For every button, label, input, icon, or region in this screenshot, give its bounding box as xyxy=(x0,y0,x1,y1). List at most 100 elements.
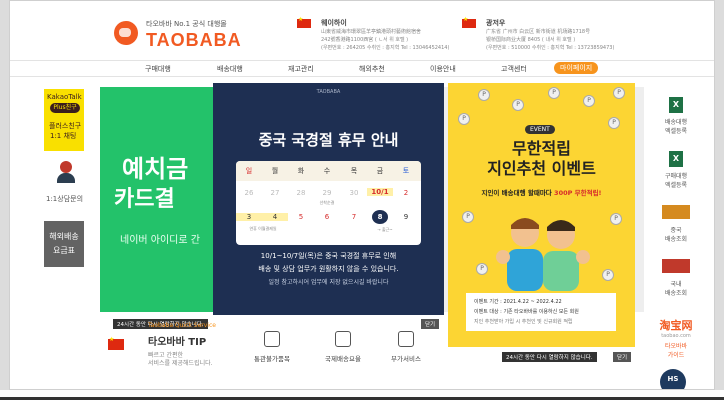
address-line: 242號香港路1100西宮 ( ㄴ서 위 호텔 ) xyxy=(321,37,409,43)
counsel-label[interactable]: 1:1상담문의 xyxy=(46,194,83,204)
coin-icon: P xyxy=(512,99,524,111)
calendar-day-holiday: 4 xyxy=(262,213,288,221)
nav-purchase-agency[interactable]: 구매대행 xyxy=(145,64,171,74)
browser-viewport: 타오바바 No.1 공식 대행몰 TAOBABA 웨이하이 山東省威海市環翠區羊… xyxy=(9,0,715,390)
quick-service-tip: Taobaba Quick Service 타오바바 TIP 빠르고 간편한 서… xyxy=(108,321,218,371)
right-label: 가이드 xyxy=(667,352,685,359)
service-international-rates[interactable]: 국제배송요율 xyxy=(313,331,373,363)
banner-title: 예치금 xyxy=(122,155,189,183)
calendar-day-holiday: 10/1 xyxy=(367,188,393,196)
shipping-fee-button[interactable]: 해외배송 요금표 xyxy=(44,221,84,267)
coin-icon: P xyxy=(608,117,620,129)
nav-shipping-agency[interactable]: 배송대행 xyxy=(217,64,243,74)
calendar-day-resume: 8 xyxy=(372,210,388,224)
popup-title: 중국 국경절 휴무 안내 xyxy=(258,131,399,149)
popup-notice-line: 일정 참고하시어 업무에 지장 없으시길 바랍니다 xyxy=(268,279,389,286)
kakao-title: KakaoTalk xyxy=(47,93,82,101)
calendar-day: 29 xyxy=(322,189,332,197)
address-city: 웨이하이 xyxy=(321,19,347,27)
calendar-day-holiday: 7 xyxy=(351,213,357,221)
excel-icon: X xyxy=(669,151,683,167)
service-prohibited-items[interactable]: 통관불가품목 xyxy=(242,331,302,363)
deposit-card-banner[interactable]: 예치금 카드결 네이버 아이디로 간 xyxy=(100,87,214,312)
event-note: 지인 추천받아 가입 시 추천인 및 신규회원 적립 xyxy=(474,319,573,325)
coin-icon: P xyxy=(458,113,470,125)
address-line: 银桥国际商业大厦 8405 ( 내서 위 호텔 ) xyxy=(486,37,576,43)
event-subtitle: 지인이 배송대행 할때마다 300P 무한적립! xyxy=(448,187,635,197)
calendar-day-holiday: 6 xyxy=(324,213,330,221)
kakao-plus-friend-button[interactable]: KakaoTalk Plus친구 플러스친구 1:1 채팅 xyxy=(44,89,84,151)
china-flag-icon xyxy=(108,336,124,350)
taobao-logo-icon: 淘宝网 xyxy=(659,319,693,332)
coin-icon: P xyxy=(613,87,625,99)
calendar-day: 9 xyxy=(403,213,409,221)
right-label: 구매대행 xyxy=(664,173,688,180)
nav-inventory[interactable]: 재고관리 xyxy=(288,64,314,74)
coin-icon: P xyxy=(548,87,560,99)
holiday-calendar: 일 월 화 수 목 금 토 26 27 28 29 30 10/1 2 선착순결… xyxy=(236,161,421,245)
holiday-popup-close-button[interactable]: 닫기 xyxy=(421,319,440,329)
fee-line2: 요금표 xyxy=(52,246,76,255)
calendar-day: 26 xyxy=(244,189,254,197)
referral-event-popup: P P P P P P P P P P P EVENT 무한적립 지인추천 이벤… xyxy=(448,83,635,347)
calendar-day: 27 xyxy=(270,189,280,197)
friends-illustration xyxy=(496,218,590,291)
calendar-note: 연휴 이월결제일 xyxy=(249,226,277,231)
main-nav: 구매대행 배송대행 재고관리 해외추천 이용안내 고객센터 마이페이지 xyxy=(10,60,714,77)
banner-caption: 네이버 아이디로 간 xyxy=(120,235,200,246)
event-period: 이벤트 기간 : 2021.4.22 ~ 2022.4.22 xyxy=(474,299,562,305)
service-label: 국제배송요율 xyxy=(325,355,361,363)
calendar-day-holiday: 3 xyxy=(236,213,262,221)
china-tracking-link[interactable]: 중국 배송조회 xyxy=(656,205,696,243)
event-popup-close-button[interactable]: 닫기 xyxy=(613,352,632,362)
popup-brand: TAOBABA xyxy=(316,89,341,95)
china-flag-icon xyxy=(462,16,476,28)
coin-icon: P xyxy=(462,211,474,223)
address-guangzhou: 광저우 广东省 广州市 白云区 新市街道 机场路1718号 银桥国际商业大厦 8… xyxy=(462,15,632,55)
fee-line1: 해외배송 xyxy=(49,232,79,241)
shipping-excel-upload-link[interactable]: X 배송대행 엑셀등록 xyxy=(656,97,696,135)
nav-my-page[interactable]: 마이페이지 xyxy=(554,62,599,74)
address-line: (우편번호 : 264205 수취인 : 홍지혁 Tel : 130464524… xyxy=(321,45,450,51)
address-line: 广东省 广州市 白云区 新市街道 机场路1718号 xyxy=(486,29,591,35)
truck-icon xyxy=(662,259,690,273)
right-label: 중국 xyxy=(670,227,682,234)
calendar-note: → 출근~ xyxy=(377,227,393,232)
counselor-head xyxy=(60,161,72,173)
service-label: 부가서비스 xyxy=(391,355,421,363)
purchase-excel-upload-link[interactable]: X 구매대행 엑셀등록 xyxy=(656,151,696,189)
right-label: 배송조회 xyxy=(664,236,688,243)
nav-guide[interactable]: 이용안내 xyxy=(430,64,456,74)
truck-icon xyxy=(662,205,690,219)
coin-icon: P xyxy=(478,89,490,101)
right-label: 배송조회 xyxy=(664,290,688,297)
domestic-tracking-link[interactable]: 국내 배송조회 xyxy=(656,259,696,297)
counselor-body xyxy=(57,173,75,183)
event-popup-dismiss-24h[interactable]: 24시간 동안 다시 열람하지 않습니다. xyxy=(502,352,597,362)
right-label: 배송대행 xyxy=(664,119,688,126)
bottom-border xyxy=(0,397,724,400)
right-label: 국내 xyxy=(670,281,682,288)
kakao-chat-label: 1:1 채팅 xyxy=(50,132,77,140)
kakao-label: 플러스친구 xyxy=(49,122,82,130)
logo-name: TAOBABA xyxy=(146,30,242,50)
popup-notice-line: 배송 및 상담 업무가 원활하지 않을 수 있습니다. xyxy=(258,265,399,273)
calendar-day: 2 xyxy=(403,189,409,197)
weekday: 금 xyxy=(376,167,384,175)
rates-icon xyxy=(335,331,351,347)
taobaba-logo[interactable]: 타오바바 No.1 공식 대행몰 TAOBABA xyxy=(108,15,258,51)
counselor-icon[interactable] xyxy=(55,161,77,185)
tip-desc: 서비스를 제공해드립니다. xyxy=(148,360,213,367)
event-title-line2: 지인추천 이벤트 xyxy=(487,159,596,178)
tip-label: Taobaba Quick Service xyxy=(148,322,216,329)
china-flag-icon xyxy=(297,16,311,28)
taobaba-guide-link[interactable]: 淘宝网 taobao.com 타오바바 가이드 xyxy=(656,317,696,359)
right-label: 엑셀등록 xyxy=(664,182,688,189)
nav-overseas-recommend[interactable]: 해외추천 xyxy=(359,64,385,74)
popup-notice-line: 10/1~10/7일(목)은 중국 국경절 휴무로 인해 xyxy=(260,252,397,260)
hs-code-button[interactable]: HS xyxy=(660,369,686,389)
additional-service-icon xyxy=(398,331,414,347)
weekday: 토 xyxy=(402,167,410,175)
service-additional[interactable]: 부가서비스 xyxy=(376,331,436,363)
nav-customer-center[interactable]: 고객센터 xyxy=(501,64,527,74)
